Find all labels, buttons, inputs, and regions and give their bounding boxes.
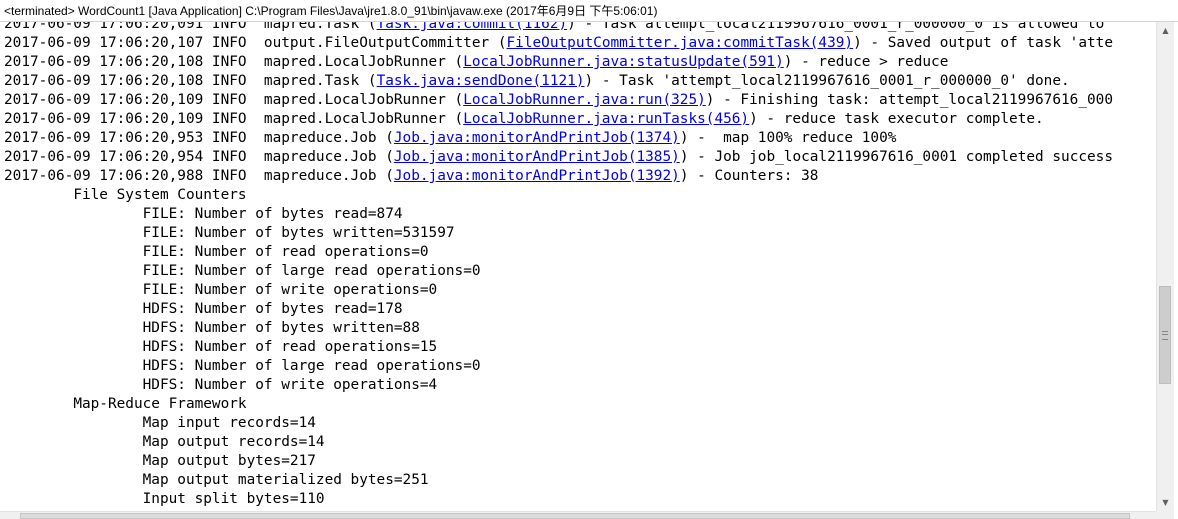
console-text: ) - Task attempt_local2119967616_0001_r_… [567,22,1105,32]
vertical-scroll-thumb[interactable] [1159,286,1171,384]
console-text: 2017-06-09 17:06:20,108 INFO mapred.Loca… [4,54,464,70]
console-text: ) - reduce task executor complete. [749,111,1044,127]
stack-trace-link[interactable]: LocalJobRunner.java:runTasks(456) [463,111,749,127]
console-line: FILE: Number of read operations=0 [4,243,1113,262]
console-text: 2017-06-09 17:06:20,953 INFO mapreduce.J… [4,130,394,146]
console-text: FILE: Number of bytes read=874 [4,206,403,222]
console-text: FILE: Number of write operations=0 [4,282,438,298]
console-text: FILE: Number of large read operations=0 [4,263,481,279]
horizontal-scroll-thumb[interactable] [20,513,1130,519]
stack-trace-link[interactable]: Job.java:monitorAndPrintJob(1374) [394,130,680,146]
console-text: 2017-06-09 17:06:20,109 INFO mapred.Loca… [4,92,464,108]
vertical-scrollbar[interactable]: ▲ ▼ [1156,22,1174,511]
stack-trace-link[interactable]: LocalJobRunner.java:run(325) [463,92,706,108]
console-text: ) - Task 'attempt_local2119967616_0001_r… [584,73,1070,89]
console-line: 2017-06-09 17:06:20,107 INFO output.File… [4,34,1113,53]
console-line: Map output bytes=217 [4,452,1113,471]
console-line: 2017-06-09 17:06:20,091 INFO mapred.Task… [4,22,1113,34]
console-line: 2017-06-09 17:06:20,109 INFO mapred.Loca… [4,110,1113,129]
console-title: <terminated> WordCount1 [Java Applicatio… [4,4,658,18]
console-text: ) - reduce > reduce [783,54,949,70]
stack-trace-link[interactable]: Job.java:monitorAndPrintJob(1385) [394,149,680,165]
console-line: File System Counters [4,186,1113,205]
console-line: 2017-06-09 17:06:20,954 INFO mapreduce.J… [4,148,1113,167]
console-text: ) - Counters: 38 [679,168,819,184]
window-edge [1174,22,1178,519]
console-line: Map input records=14 [4,414,1113,433]
console-line: Map output records=14 [4,433,1113,452]
horizontal-scrollbar[interactable] [0,511,1156,519]
console-line: FILE: Number of bytes written=531597 [4,224,1113,243]
stack-trace-link[interactable]: Task.java:commit(1162) [377,22,568,32]
console-line: HDFS: Number of large read operations=0 [4,357,1113,376]
console-text: FILE: Number of bytes written=531597 [4,225,455,241]
console-text: HDFS: Number of bytes written=88 [4,320,420,336]
console-text: Map output records=14 [4,434,325,450]
console-line: Map output materialized bytes=251 [4,471,1113,490]
console-line: HDFS: Number of write operations=4 [4,376,1113,395]
console-output[interactable]: 2017-06-09 17:06:20,091 INFO mapred.Task… [0,22,1156,511]
console-text: 2017-06-09 17:06:20,954 INFO mapreduce.J… [4,149,394,165]
console-text: 2017-06-09 17:06:20,091 INFO mapred.Task… [4,22,377,32]
console-text: HDFS: Number of large read operations=0 [4,358,481,374]
console-text: ) - Finishing task: attempt_local2119967… [705,92,1113,108]
console-line: 2017-06-09 17:06:20,108 INFO mapred.Loca… [4,53,1113,72]
console-text: 2017-06-09 17:06:20,107 INFO output.File… [4,35,507,51]
console-text: HDFS: Number of write operations=4 [4,377,438,393]
console-text: HDFS: Number of bytes read=178 [4,301,403,317]
console-text: ) - map 100% reduce 100% [679,130,897,146]
stack-trace-link[interactable]: Job.java:monitorAndPrintJob(1392) [394,168,680,184]
console-line: Map-Reduce Framework [4,395,1113,414]
console-text: 2017-06-09 17:06:20,109 INFO mapred.Loca… [4,111,464,127]
console-text: Map output materialized bytes=251 [4,472,429,488]
console-line: 2017-06-09 17:06:20,953 INFO mapreduce.J… [4,129,1113,148]
console-line: HDFS: Number of read operations=15 [4,338,1113,357]
console-line: HDFS: Number of bytes written=88 [4,319,1113,338]
stack-trace-link[interactable]: Task.java:sendDone(1121) [377,73,585,89]
console-text: Map-Reduce Framework [4,396,247,412]
console-title-bar: <terminated> WordCount1 [Java Applicatio… [0,0,1178,22]
stack-trace-link[interactable]: FileOutputCommitter.java:commitTask(439) [507,35,854,51]
console-text: Input split bytes=110 [4,491,325,507]
console-text: Map output bytes=217 [4,453,316,469]
console-line: 2017-06-09 17:06:20,988 INFO mapreduce.J… [4,167,1113,186]
console-text: ) - Job job_local2119967616_0001 complet… [679,149,1114,165]
console-text: File System Counters [4,187,247,203]
console-line: FILE: Number of bytes read=874 [4,205,1113,224]
console-text: ) - Saved output of task 'atte [853,35,1113,51]
console-line: Input split bytes=110 [4,490,1113,509]
grip-icon [1162,331,1168,340]
console-text: FILE: Number of read operations=0 [4,244,429,260]
console-line: FILE: Number of large read operations=0 [4,262,1113,281]
console-line: FILE: Number of write operations=0 [4,281,1113,300]
console-line: HDFS: Number of bytes read=178 [4,300,1113,319]
console-text: HDFS: Number of read operations=15 [4,339,438,355]
console-line: 2017-06-09 17:06:20,109 INFO mapred.Loca… [4,91,1113,110]
stack-trace-link[interactable]: LocalJobRunner.java:statusUpdate(591) [463,54,784,70]
console-text: Map input records=14 [4,415,316,431]
scroll-down-icon[interactable]: ▼ [1157,494,1174,511]
console-text: 2017-06-09 17:06:20,108 INFO mapred.Task… [4,73,377,89]
scroll-up-icon[interactable]: ▲ [1157,22,1174,39]
console-lines: 2017-06-09 17:06:20,091 INFO mapred.Task… [4,22,1113,509]
console-text: 2017-06-09 17:06:20,988 INFO mapreduce.J… [4,168,394,184]
console-line: 2017-06-09 17:06:20,108 INFO mapred.Task… [4,72,1113,91]
